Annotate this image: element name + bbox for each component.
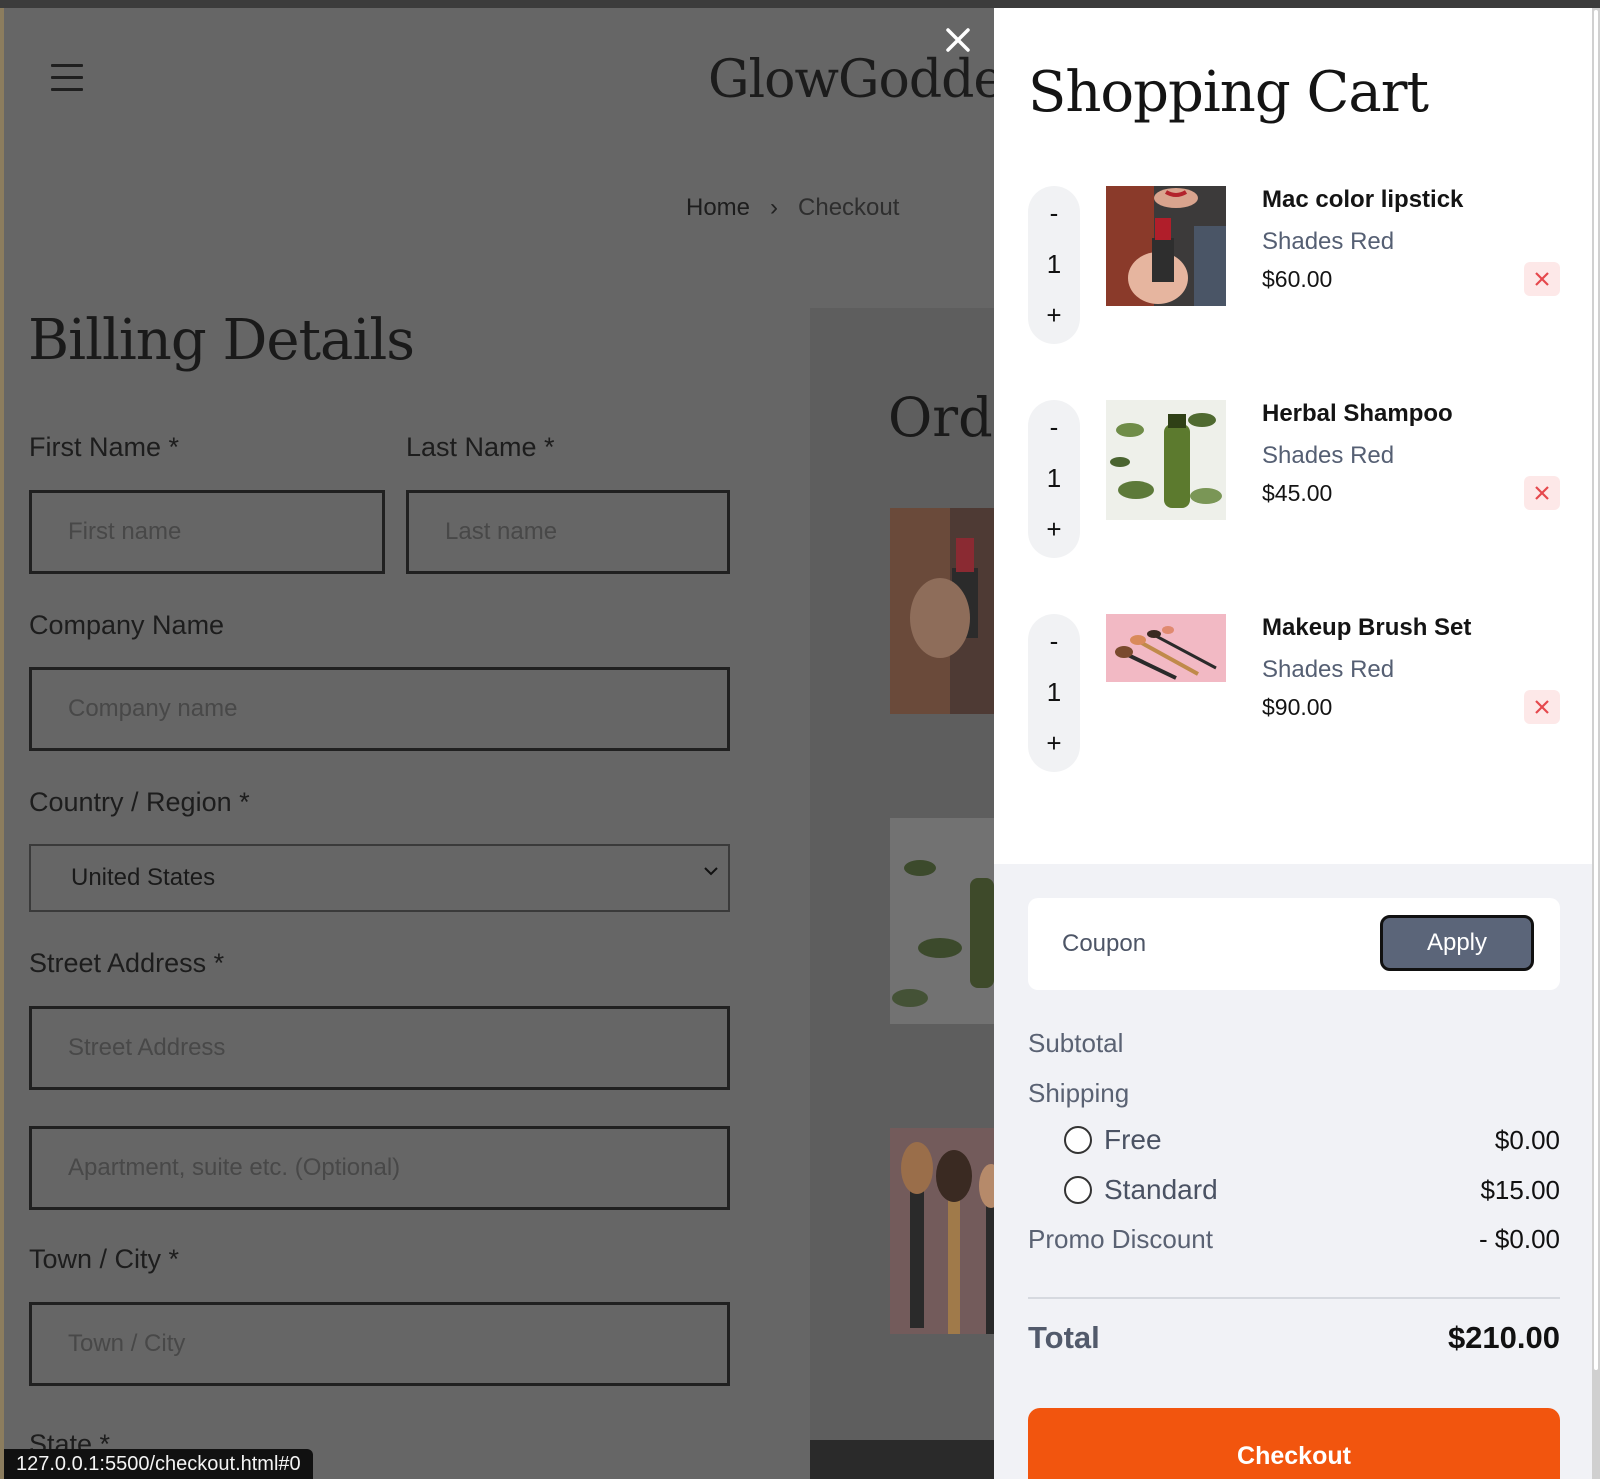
city-label: Town / City * <box>29 1244 180 1274</box>
remove-x-icon <box>1535 486 1549 500</box>
shopping-cart-drawer: Shopping Cart - 1 + Mac color lipstick S… <box>994 8 1592 1479</box>
country-select-value: United States <box>71 864 216 891</box>
company-label: Company Name <box>29 610 225 640</box>
hamburger-menu-icon[interactable] <box>51 64 83 94</box>
company-field[interactable]: Company name <box>29 667 730 751</box>
checkout-button[interactable]: Checkout <box>1028 1408 1560 1479</box>
breadcrumb: Home › Checkout <box>686 194 899 222</box>
country-label: Country / Region * <box>29 787 250 817</box>
apartment-field[interactable]: Apartment, suite etc. (Optional) <box>29 1126 730 1210</box>
checkout-page-overlay[interactable]: GlowGoddess Home › Checkout Billing Detail… <box>4 8 994 1479</box>
increment-button[interactable]: + <box>1028 728 1080 759</box>
first-name-label: First Name * <box>29 432 180 462</box>
decrement-button[interactable]: - <box>1028 412 1080 443</box>
product-image-brushes <box>1106 614 1226 682</box>
item-price: $60.00 <box>1262 266 1333 292</box>
promo-discount-value: - $0.00 <box>1479 1224 1560 1254</box>
decrement-button[interactable]: - <box>1028 626 1080 657</box>
cart-title: Shopping Cart <box>1028 60 1429 125</box>
shipping-standard-radio[interactable] <box>1064 1176 1092 1204</box>
increment-button[interactable]: + <box>1028 300 1080 331</box>
summary-divider <box>1028 1297 1560 1299</box>
shipping-free-price: $0.00 <box>1494 1125 1560 1155</box>
apply-coupon-button[interactable]: Apply <box>1380 915 1534 971</box>
cart-item: - 1 + Mac color lipstick Shades Red $60.… <box>1028 186 1568 346</box>
last-name-field[interactable]: Last name <box>406 490 730 574</box>
product-image-shampoo <box>1106 400 1226 520</box>
increment-button[interactable]: + <box>1028 514 1080 545</box>
remove-item-button[interactable] <box>1524 476 1560 510</box>
coupon-input[interactable]: Coupon <box>1062 930 1146 958</box>
promo-discount-label: Promo Discount <box>1028 1224 1213 1254</box>
item-price: $45.00 <box>1262 480 1333 506</box>
breadcrumb-home-link[interactable]: Home <box>686 194 750 221</box>
top-bar <box>0 0 1600 8</box>
shipping-standard-price: $15.00 <box>1480 1175 1560 1205</box>
quantity-stepper: - 1 + <box>1028 614 1080 772</box>
remove-x-icon <box>1535 272 1549 286</box>
shipping-standard-label[interactable]: Standard <box>1104 1174 1218 1206</box>
scrollbar-thumb[interactable] <box>1594 10 1598 1370</box>
item-shade: Shades Red <box>1262 442 1395 469</box>
status-url-tooltip: 127.0.0.1:5500/checkout.html#0 <box>4 1449 313 1479</box>
item-name[interactable]: Herbal Shampoo <box>1262 400 1453 428</box>
first-name-field[interactable]: First name <box>29 490 385 574</box>
total-label: Total <box>1028 1320 1100 1355</box>
shipping-label: Shipping <box>1028 1078 1130 1108</box>
quantity-value: 1 <box>1046 463 1062 493</box>
order-image-lipstick <box>890 508 994 714</box>
order-title: Orde <box>888 386 994 449</box>
remove-item-button[interactable] <box>1524 690 1560 724</box>
item-shade: Shades Red <box>1262 656 1395 683</box>
footer-band <box>810 1440 994 1479</box>
chevron-down-icon <box>704 867 718 876</box>
remove-x-icon <box>1535 700 1549 714</box>
remove-item-button[interactable] <box>1524 262 1560 296</box>
shipping-free-radio[interactable] <box>1064 1126 1092 1154</box>
city-field[interactable]: Town / City <box>29 1302 730 1386</box>
cart-summary: Coupon Apply Subtotal Shipping Free $0.0… <box>994 864 1592 1479</box>
subtotal-label: Subtotal <box>1028 1028 1124 1058</box>
street-label: Street Address * <box>29 948 225 978</box>
total-value: $210.00 <box>1447 1320 1560 1355</box>
order-image-shampoo <box>890 818 994 1024</box>
quantity-stepper: - 1 + <box>1028 186 1080 344</box>
product-image-lipstick <box>1106 186 1226 306</box>
decrement-button[interactable]: - <box>1028 198 1080 229</box>
country-select[interactable]: United States <box>29 844 730 912</box>
item-name[interactable]: Makeup Brush Set <box>1262 614 1471 642</box>
brand-logo[interactable]: GlowGoddess <box>708 50 994 110</box>
quantity-value: 1 <box>1046 677 1062 707</box>
chevron-right-icon: › <box>770 194 779 221</box>
last-name-label: Last Name * <box>406 432 555 462</box>
cart-item: - 1 + Herbal Shampoo Shades Red $45.00 <box>1028 400 1568 560</box>
coupon-box: Coupon Apply <box>1028 898 1560 990</box>
item-name[interactable]: Mac color lipstick <box>1262 186 1463 214</box>
close-icon[interactable] <box>944 26 972 54</box>
billing-title: Billing Details <box>28 308 415 373</box>
quantity-stepper: - 1 + <box>1028 400 1080 558</box>
cart-item: - 1 + Makeup Brush Set Shades Red $90.00 <box>1028 614 1568 774</box>
item-price: $90.00 <box>1262 694 1333 720</box>
shipping-free-label[interactable]: Free <box>1104 1124 1162 1156</box>
breadcrumb-current: Checkout <box>798 194 900 221</box>
order-image-brushes <box>890 1128 994 1334</box>
item-shade: Shades Red <box>1262 228 1395 255</box>
street-field[interactable]: Street Address <box>29 1006 730 1090</box>
quantity-value: 1 <box>1046 249 1062 279</box>
